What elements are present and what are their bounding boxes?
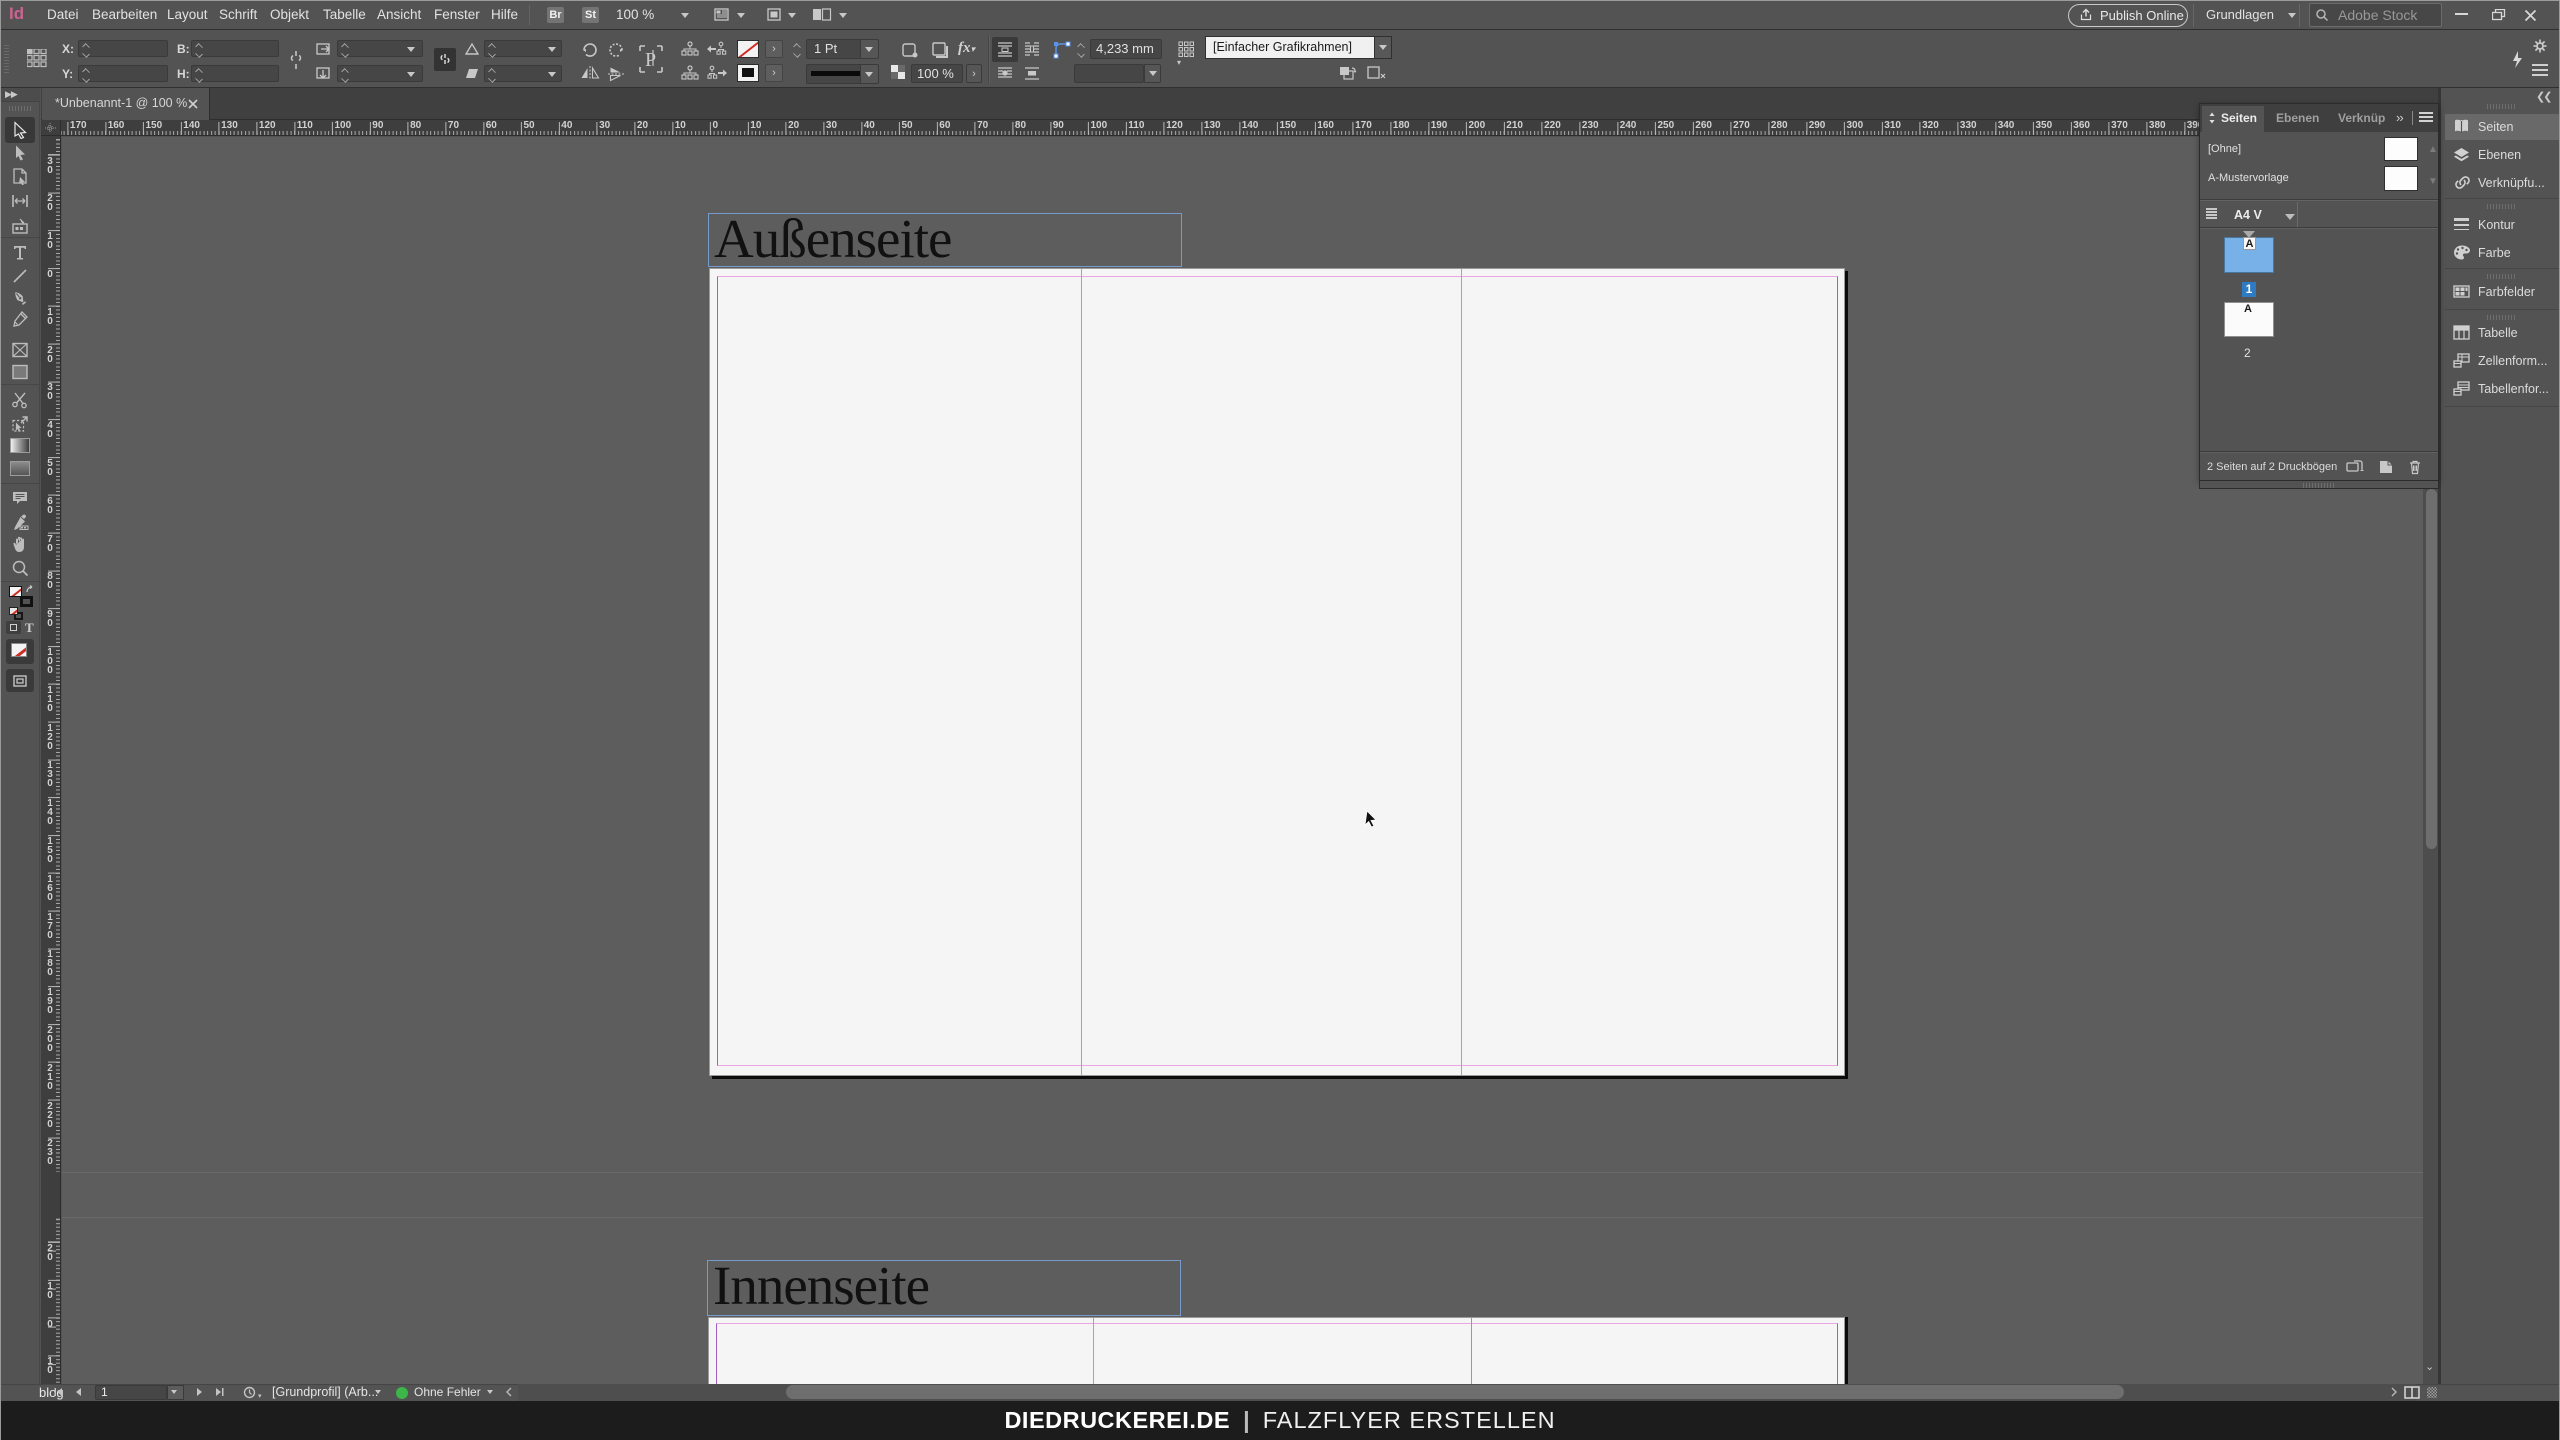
svg-text:P: P [645,49,656,71]
